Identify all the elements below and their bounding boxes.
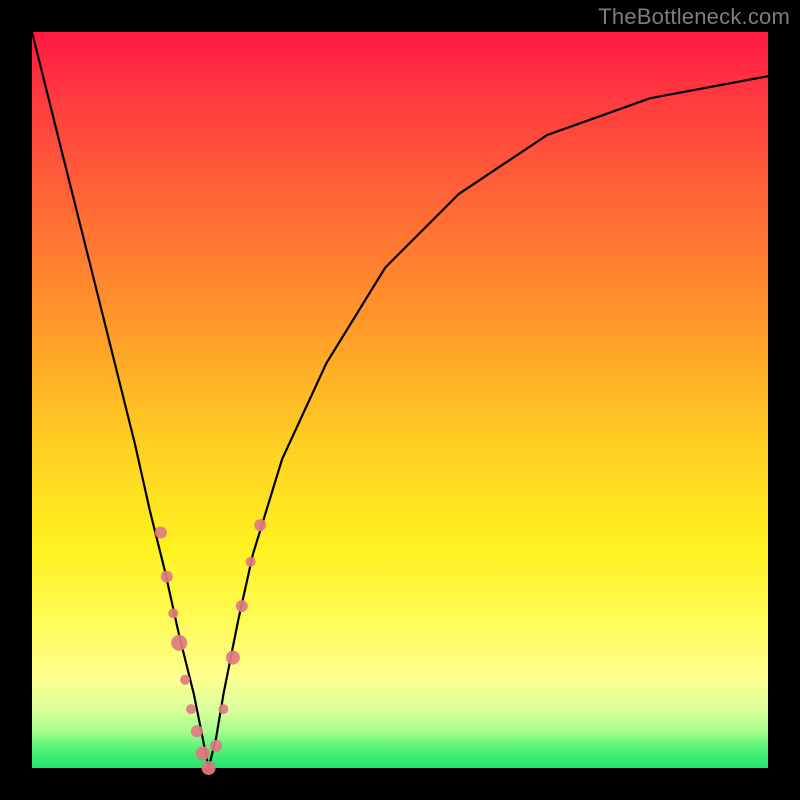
- chart-svg: [32, 32, 768, 768]
- data-marker: [218, 704, 228, 714]
- data-marker: [202, 761, 216, 775]
- data-marker: [210, 740, 222, 752]
- data-marker: [254, 519, 266, 531]
- data-marker: [191, 725, 203, 737]
- data-marker: [226, 651, 240, 665]
- data-marker: [186, 704, 196, 714]
- bottleneck-curve: [32, 32, 768, 768]
- outer-frame: TheBottleneck.com: [0, 0, 800, 800]
- data-marker: [236, 600, 248, 612]
- data-marker: [161, 571, 173, 583]
- data-marker: [171, 635, 187, 651]
- data-marker: [155, 527, 167, 539]
- data-marker: [246, 557, 256, 567]
- watermark-text: TheBottleneck.com: [598, 4, 790, 30]
- data-marker: [196, 746, 210, 760]
- marker-group: [155, 519, 266, 775]
- data-marker: [180, 675, 190, 685]
- data-marker: [168, 608, 178, 618]
